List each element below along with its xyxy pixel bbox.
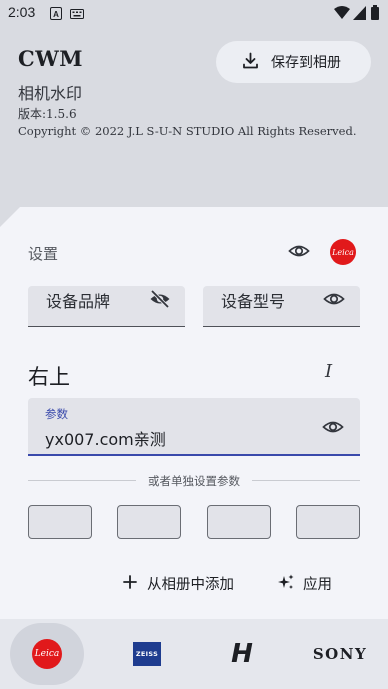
- app-subtitle: 相机水印: [18, 84, 83, 103]
- app-title: CWM: [18, 46, 84, 71]
- keyboard-icon: [70, 5, 84, 24]
- param-label: 参数: [45, 407, 68, 421]
- brand-tab-zeiss[interactable]: ZEISS: [125, 619, 169, 689]
- download-icon: [242, 52, 259, 73]
- param-box-3[interactable]: [207, 505, 271, 539]
- status-bar: 2:03 A: [0, 0, 388, 26]
- param-field[interactable]: 参数 yx007.com亲测: [28, 398, 360, 456]
- apply-button[interactable]: 应用: [278, 573, 332, 594]
- brand-tab-leica[interactable]: Leica: [10, 619, 84, 689]
- leica-badge[interactable]: Leica: [330, 239, 356, 265]
- hasselblad-logo: H: [231, 639, 253, 669]
- app-copyright: Copyright © 2022 J.L S-U-N STUDIO All Ri…: [18, 124, 357, 138]
- brand-field-label: 设备品牌: [46, 292, 111, 311]
- eye-icon[interactable]: [288, 240, 310, 262]
- sparkle-icon: [278, 574, 294, 594]
- sony-logo: SONY: [312, 645, 368, 663]
- plus-icon: [122, 574, 138, 594]
- brand-tab-hasselblad[interactable]: H: [220, 619, 264, 689]
- divider-text: 或者单独设置参数: [136, 474, 252, 488]
- param-input[interactable]: yx007.com亲测: [45, 426, 166, 450]
- param-box-2[interactable]: [117, 505, 181, 539]
- zeiss-logo: ZEISS: [133, 642, 161, 666]
- app-version: 版本:1.5.6: [18, 107, 77, 121]
- param-box-1[interactable]: [28, 505, 92, 539]
- brand-bar: Leica ZEISS H SONY: [0, 619, 388, 689]
- eye-off-icon[interactable]: [149, 288, 171, 310]
- add-from-album-label: 从相册中添加: [147, 577, 234, 593]
- save-button-label: 保存到相册: [271, 55, 341, 71]
- leica-logo: Leica: [32, 639, 62, 669]
- italic-text-icon[interactable]: I: [325, 361, 343, 383]
- param-box-4[interactable]: [296, 505, 360, 539]
- model-field-label: 设备型号: [221, 292, 286, 311]
- eye-icon[interactable]: [323, 288, 345, 310]
- settings-card: 设置 Leica 设备品牌 设备型号 右上 I 参数 yx007.com亲测 或…: [0, 207, 388, 619]
- notification-a-icon: A: [50, 5, 62, 24]
- signal-icon: [353, 5, 366, 24]
- brand-tab-sony[interactable]: SONY: [304, 619, 376, 689]
- save-to-album-button[interactable]: 保存到相册: [216, 41, 371, 83]
- add-from-album-button[interactable]: 从相册中添加: [122, 573, 234, 594]
- settings-heading: 设置: [28, 245, 59, 263]
- status-time: 2:03: [8, 4, 36, 20]
- battery-icon: [371, 5, 379, 24]
- eye-icon[interactable]: [322, 416, 344, 438]
- svg-text:A: A: [53, 10, 59, 19]
- brand-field[interactable]: 设备品牌: [28, 286, 185, 327]
- wifi-icon: [334, 5, 350, 24]
- apply-label: 应用: [303, 577, 332, 593]
- model-field[interactable]: 设备型号: [203, 286, 360, 327]
- position-title: 右上: [28, 365, 70, 389]
